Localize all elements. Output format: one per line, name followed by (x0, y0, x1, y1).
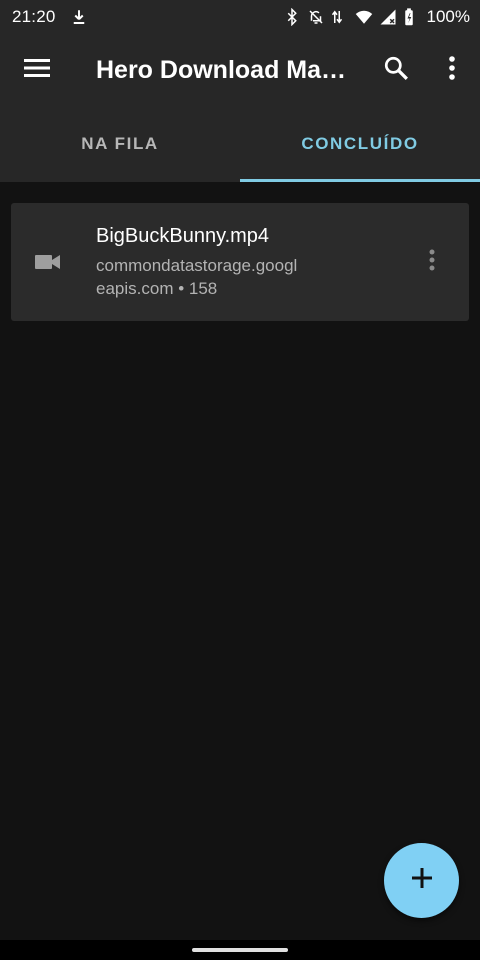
add-download-button[interactable] (384, 843, 459, 918)
app-title: Hero Download Ma… (96, 55, 347, 84)
navigation-bar (0, 940, 480, 960)
tab-bar: NA FILA CONCLUÍDO (0, 106, 480, 182)
battery-percent: 100% (426, 7, 470, 26)
tab-completed[interactable]: CONCLUÍDO (240, 106, 480, 182)
list-item[interactable]: BigBuckBunny.mp4 commondatastorage.googl… (11, 203, 469, 321)
search-button[interactable] (368, 34, 424, 106)
download-subtitle: commondatastorage.googleapis.com • 158 (96, 255, 298, 298)
data-arrows-icon (331, 8, 349, 26)
overflow-menu-button[interactable] (424, 34, 480, 106)
home-gesture-handle[interactable] (192, 948, 288, 952)
wifi-icon (355, 8, 373, 26)
tab-queue[interactable]: NA FILA (0, 106, 240, 182)
menu-button[interactable] (0, 34, 74, 106)
cellular-icon (379, 8, 397, 26)
status-time: 21:20 (12, 7, 56, 26)
item-more-button[interactable] (395, 203, 469, 321)
videocam-icon (11, 252, 85, 272)
add-icon (411, 867, 433, 894)
notifications-off-icon (307, 8, 325, 26)
menu-icon (23, 57, 51, 84)
search-icon (383, 55, 409, 86)
more-vert-icon (448, 55, 456, 86)
download-list: BigBuckBunny.mp4 commondatastorage.googl… (0, 182, 480, 940)
more-vert-icon (428, 248, 436, 277)
download-title: BigBuckBunny.mp4 (96, 224, 270, 247)
status-bar: 21:20 100% (0, 0, 480, 34)
battery-icon (403, 8, 421, 26)
download-icon (70, 8, 88, 26)
bluetooth-icon (283, 8, 301, 26)
app-bar: Hero Download Ma… (0, 34, 480, 106)
